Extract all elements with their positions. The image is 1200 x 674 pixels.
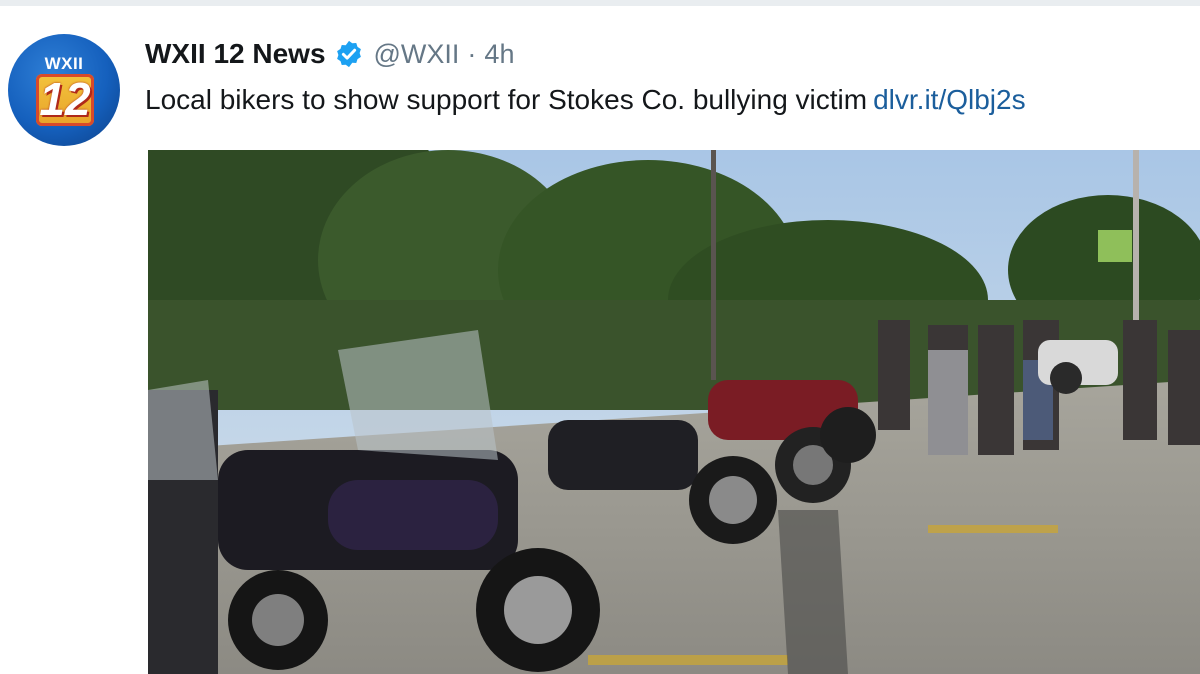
avatar-logo-number: 12 xyxy=(39,73,91,125)
avatar[interactable]: WXII 12 xyxy=(8,34,120,146)
tweet-card[interactable]: WXII 12 WXII 12 News @WXII · 4h Local bi… xyxy=(0,6,1200,674)
separator-dot: · xyxy=(467,38,477,69)
tweet-media-photo[interactable] xyxy=(148,150,1200,674)
user-handle[interactable]: @WXII xyxy=(374,39,460,70)
tweet-text: Local bikers to show support for Stokes … xyxy=(145,84,1026,116)
avatar-logo-text: WXII xyxy=(44,54,84,73)
display-name[interactable]: WXII 12 News xyxy=(145,38,326,70)
tweet-body: Local bikers to show support for Stokes … xyxy=(145,84,868,115)
timestamp[interactable]: 4h xyxy=(484,39,514,70)
tweet-header: WXII 12 News @WXII · 4h xyxy=(145,34,514,74)
photo-motorcycles-parking-lot xyxy=(148,150,1200,674)
verified-badge-icon xyxy=(334,39,364,69)
tweet-link[interactable]: dlvr.it/Qlbj2s xyxy=(873,84,1026,115)
